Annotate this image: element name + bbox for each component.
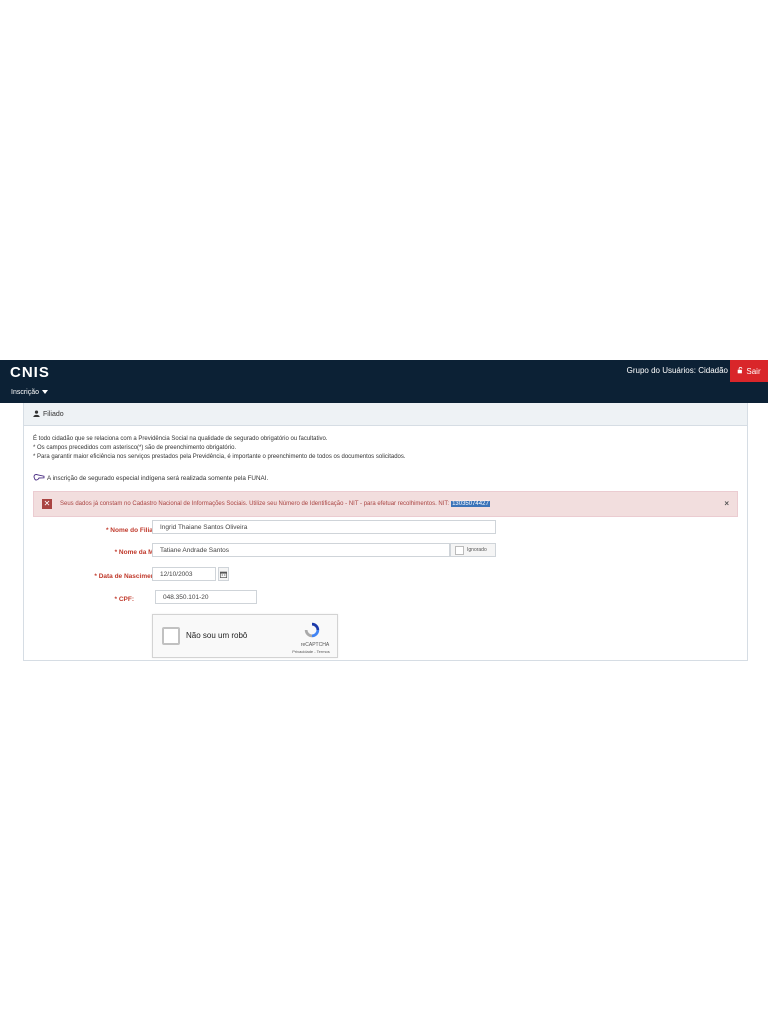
top-navbar: CNIS Grupo do Usuários: Cidadão Sair Ins…	[0, 360, 768, 403]
recaptcha-logo-icon	[303, 621, 321, 644]
notice-text: A inscrição de segurado especial indígen…	[47, 474, 269, 482]
nome-mae-label: * Nome da Mãe:	[114, 549, 163, 556]
logout-icon	[737, 366, 744, 376]
logout-label: Sair	[746, 366, 761, 376]
calendar-button[interactable]	[218, 567, 229, 581]
ignorado-label: Ignorado	[467, 547, 487, 553]
indigenous-notice: A inscrição de segurado especial indígen…	[33, 473, 268, 483]
alert-message: Seus dados já constam no Cadastro Nacion…	[60, 501, 450, 507]
intro-line-2: * Os campos precedidos com asterisco(*) …	[33, 445, 237, 451]
nit-value: 13035074427	[451, 501, 490, 507]
panel-header: Filiado	[24, 403, 747, 426]
data-nascimento-input[interactable]	[152, 567, 216, 581]
calendar-icon	[220, 565, 227, 583]
cpf-input[interactable]	[155, 590, 257, 604]
nit-alert: ✕ Seus dados já constam no Cadastro Naci…	[33, 491, 738, 517]
caret-down-icon	[42, 389, 49, 396]
recaptcha-links[interactable]: Privacidade - Termos	[283, 649, 339, 654]
close-icon[interactable]: ×	[724, 499, 729, 508]
nome-filiado-label: * Nome do Filiado:	[105, 527, 163, 534]
recaptcha-brand: reCAPTCHA	[300, 642, 330, 648]
logout-button[interactable]: Sair	[730, 360, 768, 382]
user-group-label: Grupo do Usuários: Cidadão	[626, 366, 728, 375]
data-nascimento-label: * Data de Nascimento:	[94, 573, 163, 580]
ignorado-option: Ignorado	[450, 543, 496, 557]
panel-title: Filiado	[43, 410, 64, 418]
user-icon	[33, 409, 40, 419]
menu-inscricao-label: Inscrição	[11, 389, 40, 396]
nome-mae-input[interactable]	[152, 543, 450, 557]
filiado-panel: Filiado É todo cidadão que se relaciona …	[23, 403, 748, 661]
ignorado-checkbox[interactable]	[455, 545, 464, 555]
screenshot-frame: CNIS Grupo do Usuários: Cidadão Sair Ins…	[0, 360, 768, 664]
intro-line-3: * Para garantir maior eficiência nos ser…	[33, 454, 406, 460]
nome-filiado-input[interactable]	[152, 520, 496, 534]
hand-pointer-icon	[33, 473, 45, 483]
intro-line-1: É todo cidadão que se relaciona com a Pr…	[33, 436, 328, 442]
cpf-label: * CPF:	[114, 596, 135, 603]
cnis-logo: CNIS	[10, 364, 50, 381]
recaptcha-checkbox[interactable]	[162, 627, 180, 645]
error-icon: ✕	[42, 499, 52, 509]
recaptcha-label: Não sou um robô	[186, 631, 248, 640]
intro-text: É todo cidadão que se relaciona com a Pr…	[33, 435, 406, 462]
menu-inscricao[interactable]: Inscrição	[11, 389, 49, 396]
recaptcha-widget: Não sou um robô reCAPTCHA Privacidade - …	[152, 614, 338, 658]
